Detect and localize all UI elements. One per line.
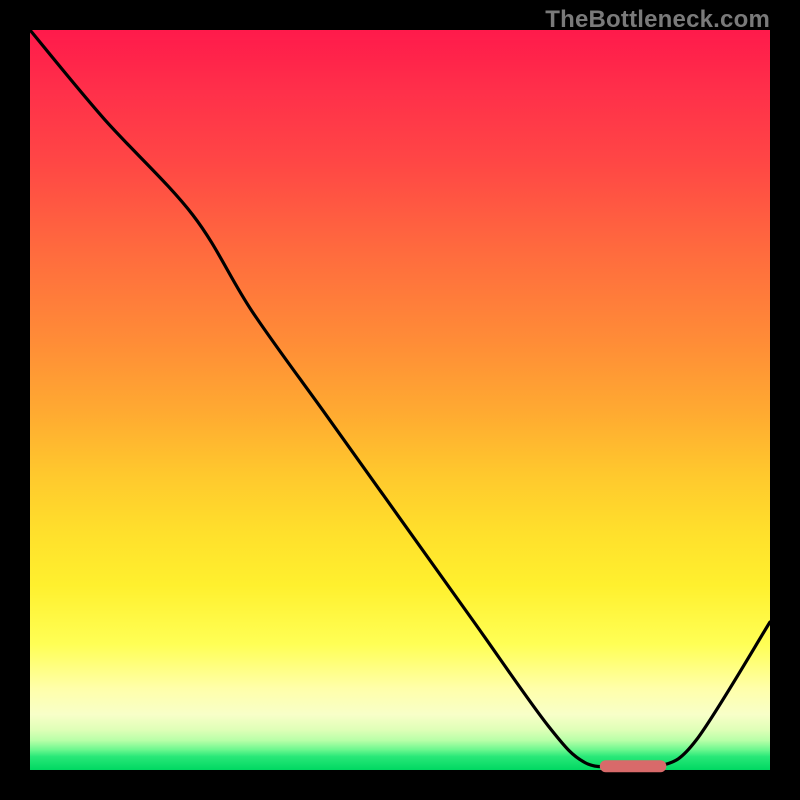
bottleneck-curve xyxy=(30,30,770,768)
chart-overlay xyxy=(30,30,770,770)
chart-container: TheBottleneck.com xyxy=(0,0,800,800)
optimal-range-marker xyxy=(600,760,667,772)
